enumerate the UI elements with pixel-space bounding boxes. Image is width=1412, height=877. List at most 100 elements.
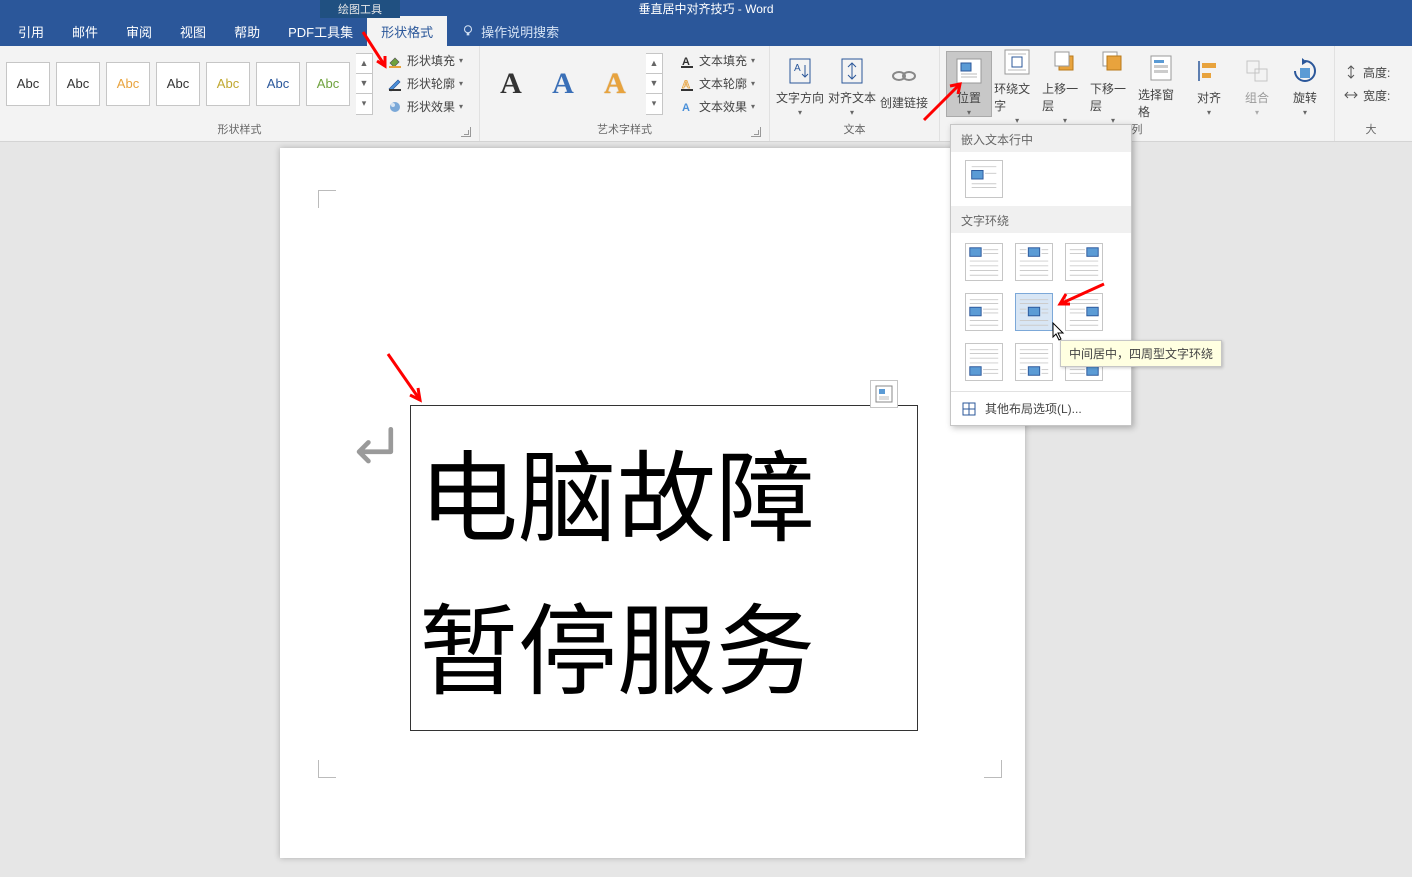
tab-view[interactable]: 视图	[166, 16, 220, 46]
width-label: 宽度:	[1363, 87, 1390, 104]
height-input[interactable]: 高度:	[1343, 64, 1390, 81]
shape-fill-label: 形状填充	[407, 52, 455, 69]
position-middle-left[interactable]	[965, 293, 1003, 331]
group-icon	[1241, 55, 1273, 87]
align-button[interactable]: 对齐▾	[1186, 51, 1232, 117]
more-layout-options[interactable]: 其他布局选项(L)...	[951, 391, 1131, 425]
position-middle-center[interactable]	[1015, 293, 1053, 331]
shape-outline-label: 形状轮廓	[407, 75, 455, 92]
align-text-label: 对齐文本	[828, 89, 876, 106]
ribbon: Abc Abc Abc Abc Abc Abc Abc ▲ ▼ ▾ 形状填充▾	[0, 46, 1412, 142]
group-text-label: 文本	[776, 119, 933, 141]
text-effects-label: 文本效果	[699, 98, 747, 115]
position-dropdown-panel: 嵌入文本行中 文字环绕 其他布局选项(L)...	[950, 124, 1132, 426]
text-box[interactable]: 电脑故障 暂停服务	[410, 405, 918, 731]
tell-me-search[interactable]: 操作说明搜索	[447, 16, 573, 46]
wordart-swatch-2[interactable]: A	[542, 63, 584, 105]
position-section-wrap: 文字环绕	[951, 206, 1131, 233]
bring-forward-button[interactable]: 上移一层▾	[1042, 51, 1088, 117]
text-effects-icon: A	[679, 99, 695, 115]
style-swatch-6[interactable]: Abc	[256, 62, 300, 106]
group-size: 高度: 宽度: 大	[1335, 46, 1407, 141]
style-swatch-4[interactable]: Abc	[156, 62, 200, 106]
position-top-left[interactable]	[965, 243, 1003, 281]
tab-mailings[interactable]: 邮件	[58, 16, 112, 46]
selection-pane-button[interactable]: 选择窗格	[1138, 51, 1184, 117]
position-wrap-grid	[951, 233, 1131, 391]
style-swatch-2[interactable]: Abc	[56, 62, 100, 106]
height-label: 高度:	[1363, 64, 1390, 81]
style-swatch-3[interactable]: Abc	[106, 62, 150, 106]
tab-references[interactable]: 引用	[4, 16, 58, 46]
dialog-launcher-icon[interactable]	[461, 127, 471, 137]
group-shape-styles: Abc Abc Abc Abc Abc Abc Abc ▲ ▼ ▾ 形状填充▾	[0, 46, 480, 141]
bring-forward-label: 上移一层	[1042, 80, 1088, 114]
margin-marker-bottom-left	[318, 760, 336, 778]
width-input[interactable]: 宽度:	[1343, 87, 1390, 104]
style-swatch-7[interactable]: Abc	[306, 62, 350, 106]
dialog-launcher-icon[interactable]	[751, 127, 761, 137]
style-swatch-5[interactable]: Abc	[206, 62, 250, 106]
layout-options-button[interactable]	[870, 380, 898, 408]
group-shape-styles-label: 形状样式	[6, 119, 473, 141]
tab-help[interactable]: 帮助	[220, 16, 274, 46]
shape-effects-button[interactable]: 形状效果▾	[383, 96, 467, 117]
wordart-gallery[interactable]: A A A ▲ ▼ ▾	[486, 53, 667, 115]
effects-icon	[387, 99, 403, 115]
position-bottom-left[interactable]	[965, 343, 1003, 381]
text-effects-button[interactable]: A 文本效果▾	[675, 96, 759, 117]
title-bar: 绘图工具 垂直居中对齐技巧 - Word	[0, 0, 1412, 16]
align-text-button[interactable]: 对齐文本▾	[828, 51, 876, 117]
shape-style-gallery[interactable]: Abc Abc Abc Abc Abc Abc Abc ▲ ▼ ▾	[6, 53, 373, 115]
ribbon-tabs: 引用 邮件 审阅 视图 帮助 PDF工具集 形状格式 操作说明搜索	[0, 16, 1412, 46]
position-bottom-center[interactable]	[1015, 343, 1053, 381]
textbox-line1: 电脑故障	[419, 424, 909, 577]
text-outline-button[interactable]: A 文本轮廓▾	[675, 73, 759, 94]
svg-text:A: A	[794, 63, 801, 74]
text-direction-label: 文字方向	[776, 89, 824, 106]
annotation-arrow-2	[382, 350, 430, 410]
wrap-text-label: 环绕文字	[994, 80, 1040, 114]
pen-outline-icon	[387, 76, 403, 92]
text-direction-button[interactable]: A 文字方向▾	[776, 51, 824, 117]
gallery-more-button[interactable]: ▾	[356, 94, 372, 114]
wa-more-button[interactable]: ▾	[646, 94, 662, 114]
send-backward-button[interactable]: 下移一层▾	[1090, 51, 1136, 117]
wrap-text-button[interactable]: 环绕文字▾	[994, 51, 1040, 117]
wrap-text-icon	[1001, 46, 1033, 78]
text-outline-label: 文本轮廓	[699, 75, 747, 92]
position-section-inline: 嵌入文本行中	[951, 125, 1131, 152]
wordart-swatch-3[interactable]: A	[594, 63, 636, 105]
wa-down-button[interactable]: ▼	[646, 74, 662, 94]
paragraph-return-icon	[346, 420, 402, 476]
text-direction-icon: A	[784, 55, 816, 87]
group-objects-button[interactable]: 组合▾	[1234, 51, 1280, 117]
tab-pdf-tools[interactable]: PDF工具集	[274, 16, 367, 46]
text-fill-label: 文本填充	[699, 52, 747, 69]
shape-outline-button[interactable]: 形状轮廓▾	[383, 73, 467, 94]
position-top-right[interactable]	[1065, 243, 1103, 281]
more-layout-icon	[961, 401, 977, 417]
annotation-arrow-1	[355, 28, 395, 76]
tab-review[interactable]: 审阅	[112, 16, 166, 46]
selection-pane-icon	[1145, 52, 1177, 84]
rotate-label: 旋转	[1293, 89, 1317, 106]
wordart-swatch-1[interactable]: A	[490, 63, 532, 105]
wa-up-button[interactable]: ▲	[646, 54, 662, 74]
rotate-button[interactable]: 旋转▾	[1282, 51, 1328, 117]
document-title: 垂直居中对齐技巧 - Word	[638, 0, 773, 17]
align-text-icon	[836, 55, 868, 87]
shape-fill-button[interactable]: 形状填充▾	[383, 50, 467, 71]
more-layout-label: 其他布局选项(L)...	[985, 400, 1082, 417]
position-top-center[interactable]	[1015, 243, 1053, 281]
layout-options-icon	[874, 384, 894, 404]
text-fill-button[interactable]: A 文本填充▾	[675, 50, 759, 71]
gallery-down-button[interactable]: ▼	[356, 74, 372, 94]
style-swatch-1[interactable]: Abc	[6, 62, 50, 106]
rotate-icon	[1289, 55, 1321, 87]
margin-marker-top-left	[318, 190, 336, 208]
position-inline-option[interactable]	[965, 160, 1003, 198]
group-wordart-label: 艺术字样式	[486, 119, 763, 141]
contextual-tab-label: 绘图工具	[320, 0, 400, 18]
send-backward-label: 下移一层	[1090, 80, 1136, 114]
